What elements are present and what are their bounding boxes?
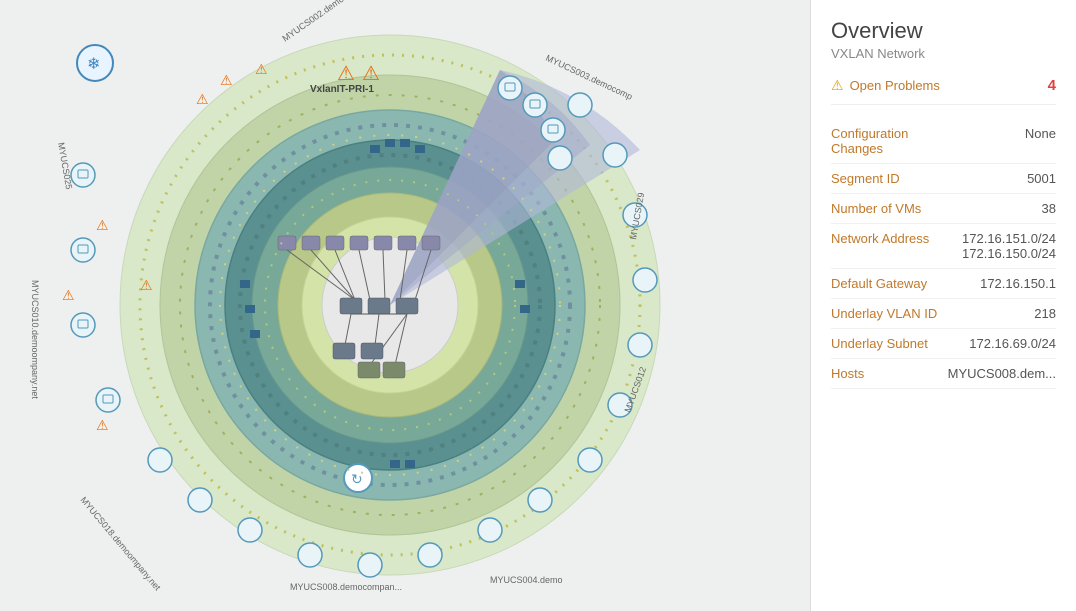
svg-text:MYUCS008.democompan...: MYUCS008.democompan... — [290, 582, 402, 592]
info-label: Hosts — [831, 359, 948, 389]
info-row: HostsMYUCS008.dem... — [831, 359, 1056, 389]
info-value: 5001 — [948, 164, 1056, 194]
info-row: Segment ID5001 — [831, 164, 1056, 194]
warning-icon: ⚠ — [831, 77, 844, 94]
info-label: Default Gateway — [831, 269, 948, 299]
info-value: 218 — [948, 299, 1056, 329]
info-label: Number of VMs — [831, 194, 948, 224]
overview-title: Overview — [831, 18, 1056, 44]
svg-text:❄: ❄ — [87, 56, 100, 73]
info-label: Configuration Changes — [831, 119, 948, 164]
info-row: Default Gateway172.16.150.1 — [831, 269, 1056, 299]
svg-text:MYUCS004.demo: MYUCS004.demo — [490, 575, 563, 585]
svg-text:⚠: ⚠ — [96, 217, 109, 233]
info-row: Underlay VLAN ID218 — [831, 299, 1056, 329]
problems-count: 4 — [1048, 77, 1056, 94]
problems-label: Open Problems — [850, 78, 1048, 93]
svg-text:⚠: ⚠ — [337, 63, 355, 85]
info-label: Segment ID — [831, 164, 948, 194]
svg-text:⚠: ⚠ — [62, 287, 75, 303]
info-label: Network Address — [831, 224, 948, 269]
svg-text:⚠: ⚠ — [196, 91, 209, 107]
info-value: None — [948, 119, 1056, 164]
overview-panel: Overview VXLAN Network ⚠ Open Problems 4… — [810, 0, 1076, 611]
overview-subtitle: VXLAN Network — [831, 46, 1056, 61]
info-value: 172.16.150.1 — [948, 269, 1056, 299]
info-label: Underlay VLAN ID — [831, 299, 948, 329]
info-row: Number of VMs38 — [831, 194, 1056, 224]
info-row: Network Address172.16.151.0/24172.16.150… — [831, 224, 1056, 269]
info-value: 38 — [948, 194, 1056, 224]
problems-row[interactable]: ⚠ Open Problems 4 — [831, 77, 1056, 105]
info-table: Configuration ChangesNoneSegment ID5001N… — [831, 119, 1056, 389]
svg-text:VxlanIT-PRI-1: VxlanIT-PRI-1 — [310, 84, 374, 95]
info-value: 172.16.69.0/24 — [948, 329, 1056, 359]
svg-text:MYUCS010.demoompany.net: MYUCS010.demoompany.net — [30, 280, 40, 399]
svg-text:⚠: ⚠ — [220, 72, 233, 88]
svg-text:⚠: ⚠ — [140, 277, 153, 293]
info-value: 172.16.151.0/24172.16.150.0/24 — [948, 224, 1056, 269]
info-label: Underlay Subnet — [831, 329, 948, 359]
info-row: Configuration ChangesNone — [831, 119, 1056, 164]
svg-text:⚠: ⚠ — [362, 63, 380, 85]
svg-text:⚠: ⚠ — [255, 61, 268, 77]
info-value: MYUCS008.dem... — [948, 359, 1056, 389]
network-diagram: ⚠ ⚠ ⚠ ⚠ ⚠ ⚠ ⚠ ⚠ ⚠ — [0, 0, 810, 611]
info-row: Underlay Subnet172.16.69.0/24 — [831, 329, 1056, 359]
svg-text:⚠: ⚠ — [96, 417, 109, 433]
